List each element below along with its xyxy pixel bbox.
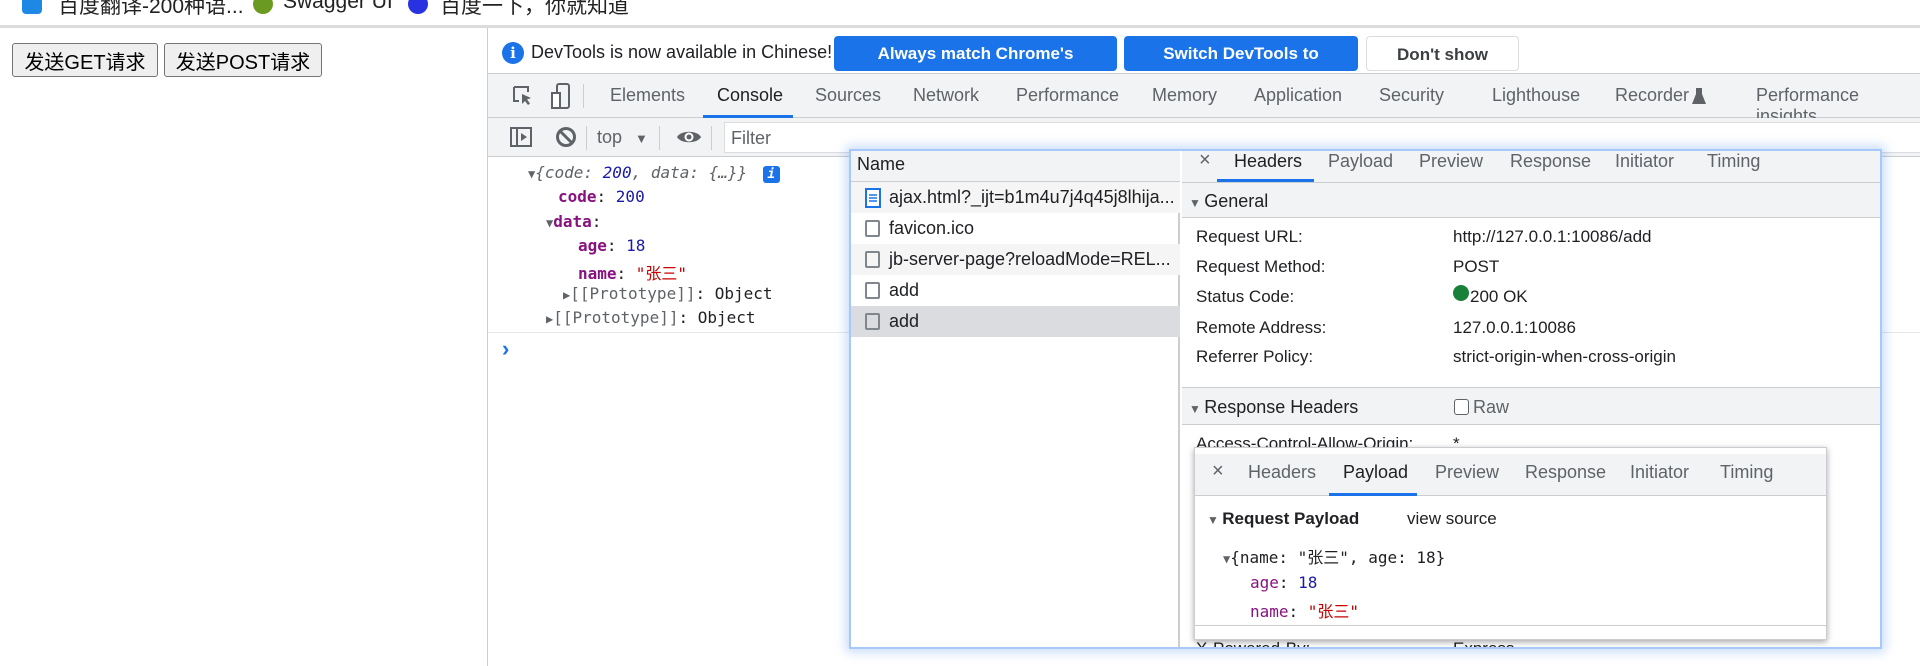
request-url-value: http://127.0.0.1:10086/add xyxy=(1453,227,1652,246)
payload-popup: × Headers Payload Preview Response Initi… xyxy=(1194,447,1827,640)
raw-label: Raw xyxy=(1473,397,1510,417)
popup-tab-headers[interactable]: Headers xyxy=(1248,462,1316,483)
detail-tab-timing[interactable]: Timing xyxy=(1707,151,1760,172)
send-post-button[interactable]: 发送POST请求 xyxy=(164,43,322,77)
tab-recorder[interactable]: Recorder xyxy=(1615,85,1689,106)
console-prop-age: age: 18 xyxy=(578,236,646,255)
network-request-panel: Name ajax.html?_ijt=b1m4u7j4q45j8lhija..… xyxy=(849,149,1882,649)
tab-lighthouse[interactable]: Lighthouse xyxy=(1492,85,1580,106)
request-row[interactable]: favicon.ico xyxy=(851,213,1180,244)
bookmark-baidu[interactable]: 百度一下，你就知道 xyxy=(440,0,629,20)
banner-text: DevTools is now available in Chinese! xyxy=(531,42,833,62)
payload-object-summary[interactable]: ▼{name: "张三", age: 18} xyxy=(1223,544,1445,568)
detail-tab-initiator[interactable]: Initiator xyxy=(1615,151,1674,172)
inspect-element-icon[interactable] xyxy=(512,85,534,107)
clear-console-icon[interactable] xyxy=(555,126,577,148)
dont-show-again-button[interactable]: Don't show again xyxy=(1366,36,1519,99)
response-headers-section-header[interactable]: ▼ Response Headers Raw xyxy=(1182,387,1880,425)
general-section-header[interactable]: ▼ General xyxy=(1182,182,1880,218)
raw-checkbox[interactable] xyxy=(1454,399,1469,415)
info-badge-icon: i xyxy=(762,166,780,183)
show-sidebar-icon[interactable] xyxy=(510,127,532,147)
tab-sources[interactable]: Sources xyxy=(815,85,881,106)
popup-tab-timing[interactable]: Timing xyxy=(1720,462,1773,483)
console-prompt[interactable]: › xyxy=(502,336,509,362)
switch-to-chinese-button[interactable]: Switch DevTools to Chinese xyxy=(1124,36,1358,98)
detail-tab-response[interactable]: Response xyxy=(1510,151,1591,172)
close-icon[interactable]: × xyxy=(1212,460,1224,483)
request-list: Name ajax.html?_ijt=b1m4u7j4q45j8lhija..… xyxy=(851,151,1180,647)
bookmark-baidu-translate[interactable]: 百度翻译-200种语... xyxy=(58,0,244,20)
close-icon[interactable]: × xyxy=(1199,151,1211,172)
tab-memory[interactable]: Memory xyxy=(1152,85,1217,106)
console-prop-code: code: 200 xyxy=(558,187,645,206)
detail-tab-payload[interactable]: Payload xyxy=(1328,151,1393,172)
request-method-value: POST xyxy=(1453,257,1500,276)
console-prop-name: name: "张三" xyxy=(578,264,688,283)
experimental-flask-icon xyxy=(1692,88,1706,104)
file-icon xyxy=(865,251,880,268)
request-method-label: Request Method: xyxy=(1196,257,1326,276)
swagger-icon xyxy=(253,0,273,14)
console-outer-prototype[interactable]: ▶[[Prototype]]: Object xyxy=(546,308,756,327)
console-inner-prototype[interactable]: ▶[[Prototype]]: Object xyxy=(563,284,773,303)
chevron-down-icon: ▼ xyxy=(635,131,648,146)
request-payload-heading[interactable]: ▼ Request Payload xyxy=(1207,509,1359,529)
always-match-language-button[interactable]: Always match Chrome's language xyxy=(834,36,1117,98)
device-toolbar-icon[interactable] xyxy=(551,83,571,111)
status-code-value: 200 OK xyxy=(1470,287,1528,306)
send-get-button[interactable]: 发送GET请求 xyxy=(12,43,158,77)
request-row[interactable]: ajax.html?_ijt=b1m4u7j4q45j8lhija... xyxy=(851,182,1180,213)
tab-performance[interactable]: Performance xyxy=(1016,85,1119,106)
view-source-link[interactable]: view source xyxy=(1407,509,1497,529)
status-dot-icon xyxy=(1453,285,1469,301)
popup-tab-response[interactable]: Response xyxy=(1525,462,1606,483)
payload-prop-name: name: "张三" xyxy=(1250,602,1360,621)
file-icon xyxy=(865,282,880,299)
payload-tab-bar: × Headers Payload Preview Response Initi… xyxy=(1195,448,1826,496)
tab-network[interactable]: Network xyxy=(913,85,979,106)
request-row[interactable]: jb-server-page?reloadMode=REL... xyxy=(851,244,1180,275)
tab-console[interactable]: Console xyxy=(717,85,783,106)
live-expression-eye-icon[interactable] xyxy=(676,128,702,146)
bookmark-swagger[interactable]: Swagger UI xyxy=(283,0,393,14)
popup-tab-preview[interactable]: Preview xyxy=(1435,462,1499,483)
tab-application[interactable]: Application xyxy=(1254,85,1342,106)
baidu-paw-icon xyxy=(408,0,428,14)
detail-tab-headers[interactable]: Headers xyxy=(1234,151,1302,172)
referrer-policy-value: strict-origin-when-cross-origin xyxy=(1453,347,1676,366)
tab-security[interactable]: Security xyxy=(1379,85,1444,106)
filter-placeholder: Filter xyxy=(731,128,771,148)
file-icon xyxy=(865,220,880,237)
context-selector[interactable]: top xyxy=(597,127,622,148)
header-value: Express xyxy=(1453,639,1515,649)
referrer-policy-label: Referrer Policy: xyxy=(1196,347,1314,366)
status-code-label: Status Code: xyxy=(1196,287,1295,306)
document-icon xyxy=(865,188,881,208)
request-row-selected[interactable]: add xyxy=(851,306,1180,337)
name-column-header[interactable]: Name xyxy=(857,154,905,175)
info-icon: i xyxy=(502,42,524,64)
remote-address-label: Remote Address: xyxy=(1196,318,1327,337)
payload-prop-age: age: 18 xyxy=(1250,573,1318,592)
console-object-summary[interactable]: ▼{code: 200, data: {…}} i xyxy=(528,163,780,183)
console-prop-data[interactable]: ▼data: xyxy=(546,212,601,231)
file-icon xyxy=(865,313,880,330)
remote-address-value: 127.0.0.1:10086 xyxy=(1453,318,1576,337)
popup-tab-initiator[interactable]: Initiator xyxy=(1630,462,1689,483)
details-tab-bar: × Headers Payload Preview Response Initi… xyxy=(1182,151,1880,182)
bookmarks-bar: 百度翻译-200种语... Swagger UI 百度一下，你就知道 xyxy=(0,0,1920,28)
popup-tab-payload[interactable]: Payload xyxy=(1343,462,1408,483)
devtools-tab-bar: Elements Console Sources Network Perform… xyxy=(488,73,1920,126)
baidu-translate-icon xyxy=(22,0,42,14)
tab-elements[interactable]: Elements xyxy=(610,85,685,106)
header-name: X-Powered-By: xyxy=(1196,639,1311,649)
detail-tab-preview[interactable]: Preview xyxy=(1419,151,1483,172)
request-row[interactable]: add xyxy=(851,275,1180,306)
request-url-label: Request URL: xyxy=(1196,227,1303,246)
